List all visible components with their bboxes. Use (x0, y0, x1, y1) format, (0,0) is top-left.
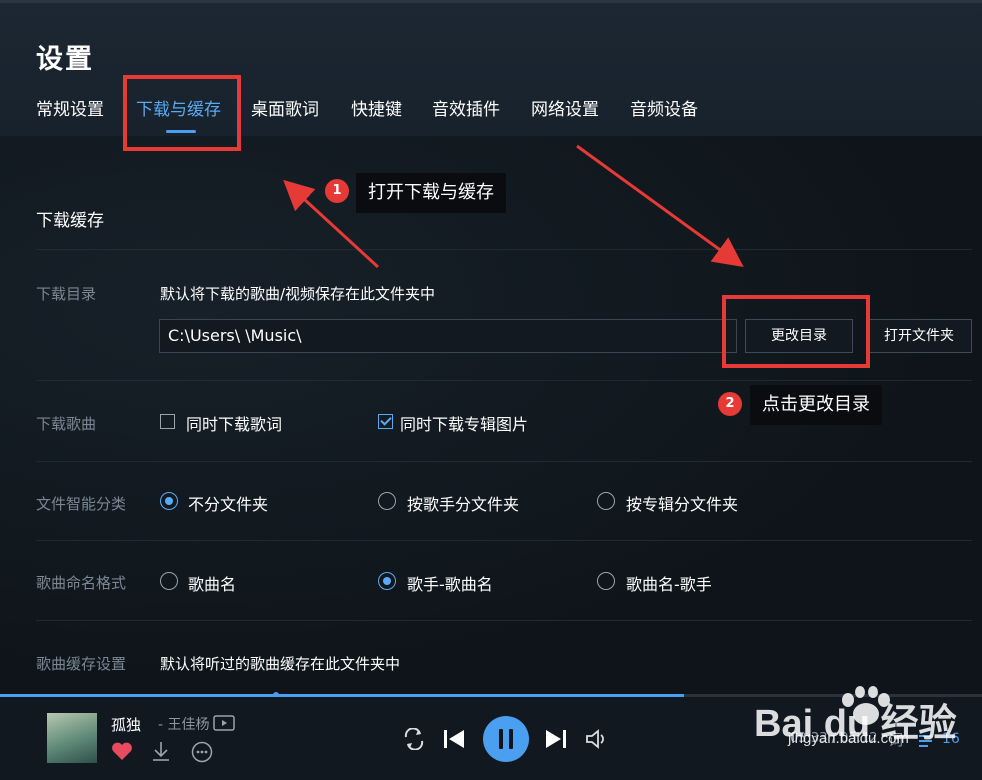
by-artist-folder-label[interactable]: 按歌手分文件夹 (407, 491, 519, 515)
by-album-folder-label[interactable]: 按专辑分文件夹 (626, 491, 738, 515)
cache-settings-label: 歌曲缓存设置 (36, 655, 127, 673)
song-artist[interactable]: - 王佳杨 (158, 714, 210, 734)
previous-icon[interactable] (442, 728, 466, 754)
lyrics-toggle[interactable]: 词 (888, 729, 903, 750)
download-lyrics-checkbox[interactable] (160, 414, 175, 429)
tab-desktop-lyrics[interactable]: 桌面歌词 (251, 95, 319, 120)
pause-icon[interactable] (483, 716, 529, 766)
download-songs-label: 下载歌曲 (36, 415, 97, 433)
song-artist-label[interactable]: 歌曲名-歌手 (626, 571, 712, 595)
no-folder-label[interactable]: 不分文件夹 (188, 491, 268, 515)
cache-description: 默认将听过的歌曲缓存在此文件夹中 (160, 655, 401, 673)
section-title: 下载缓存 (36, 211, 104, 231)
divider (36, 540, 972, 541)
next-icon[interactable] (544, 728, 568, 754)
annotation-callout-1: 打开下载与缓存 (356, 173, 506, 213)
divider (36, 380, 972, 381)
page-title: 设置 (36, 44, 94, 75)
tab-audio-device[interactable]: 音频设备 (630, 95, 698, 120)
volume-icon[interactable] (584, 728, 608, 754)
tab-general[interactable]: 常规设置 (36, 95, 104, 120)
heart-icon[interactable] (111, 741, 133, 765)
download-path-field[interactable]: C:\Users\ \Music\ (159, 319, 737, 353)
annotation-box-button (722, 295, 870, 368)
song-title[interactable]: 孤独 (111, 714, 141, 735)
download-icon[interactable] (150, 740, 172, 766)
more-icon[interactable] (191, 741, 213, 767)
annotation-badge-2: 2 (718, 392, 742, 416)
annotation-badge-1: 1 (325, 179, 349, 203)
repeat-icon[interactable] (401, 727, 427, 754)
divider (36, 620, 972, 621)
download-dir-description: 默认将下载的歌曲/视频保存在此文件夹中 (160, 285, 436, 303)
playback-time: 03:33 / 05:12 (790, 731, 878, 746)
song-name-radio[interactable] (160, 572, 178, 590)
album-art[interactable] (47, 713, 97, 763)
open-folder-button[interactable]: 打开文件夹 (866, 319, 972, 353)
annotation-box-tab (123, 75, 241, 151)
player-bar: 孤独 - 王佳杨 03:33 / 05:12 词 16 (0, 697, 982, 780)
artist-song-label[interactable]: 歌手-歌曲名 (407, 571, 493, 595)
smart-classify-label: 文件智能分类 (36, 495, 127, 513)
no-folder-radio[interactable] (160, 492, 178, 510)
by-album-folder-radio[interactable] (597, 492, 615, 510)
naming-format-label: 歌曲命名格式 (36, 574, 127, 592)
song-artist-radio[interactable] (597, 572, 615, 590)
artist-song-radio[interactable] (378, 572, 396, 590)
download-album-art-label[interactable]: 同时下载专辑图片 (400, 411, 528, 435)
queue-count[interactable]: 16 (942, 731, 960, 747)
annotation-callout-2: 点击更改目录 (750, 385, 882, 425)
by-artist-folder-radio[interactable] (378, 492, 396, 510)
divider (36, 461, 972, 462)
playlist-icon[interactable] (918, 733, 938, 753)
divider (36, 249, 972, 250)
song-name-label[interactable]: 歌曲名 (188, 571, 236, 595)
download-dir-label: 下载目录 (36, 285, 97, 303)
tab-shortcuts[interactable]: 快捷键 (351, 95, 402, 120)
tab-sound-plugins[interactable]: 音效插件 (432, 95, 500, 120)
download-lyrics-label[interactable]: 同时下载歌词 (186, 411, 282, 435)
download-album-art-checkbox[interactable] (378, 414, 393, 429)
mv-icon[interactable] (213, 715, 235, 735)
tab-network[interactable]: 网络设置 (531, 95, 599, 120)
